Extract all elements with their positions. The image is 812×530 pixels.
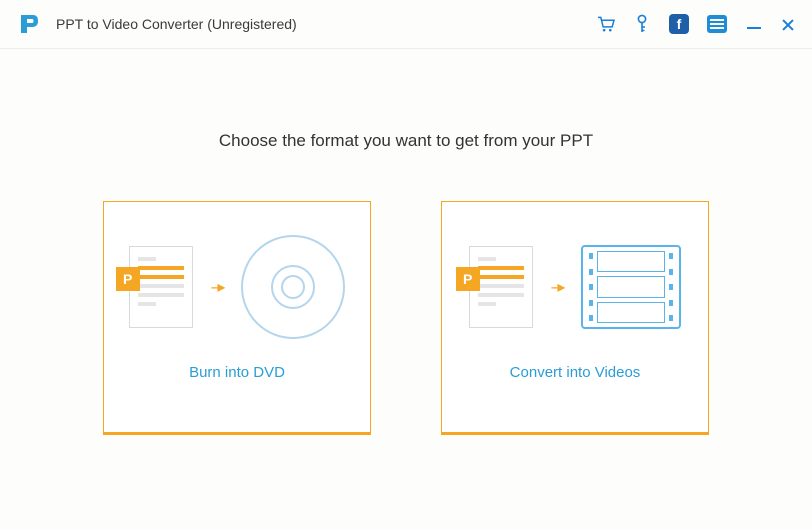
window-title: PPT to Video Converter (Unregistered) (56, 16, 297, 32)
facebook-icon[interactable]: f (669, 14, 689, 34)
ppt-document-icon: P (129, 246, 193, 328)
burn-dvd-option[interactable]: P --▸ Burn into DVD (103, 201, 371, 435)
dvd-disc-icon (241, 235, 345, 339)
arrow-icon: --▸ (551, 277, 564, 297)
arrow-icon: --▸ (211, 277, 224, 297)
dvd-option-label: Burn into DVD (189, 364, 285, 381)
app-logo-icon (18, 13, 40, 35)
ppt-document-icon: P (469, 246, 533, 328)
main-content: Choose the format you want to get from y… (0, 49, 812, 435)
close-button[interactable] (781, 18, 794, 31)
video-art: P --▸ (469, 222, 682, 352)
minimize-button[interactable] (745, 15, 763, 33)
convert-video-option[interactable]: P --▸ Convert into Videos (441, 201, 709, 435)
page-heading: Choose the format you want to get from y… (0, 131, 812, 151)
cart-icon[interactable] (597, 15, 615, 33)
toolbar: f (597, 14, 794, 34)
titlebar: PPT to Video Converter (Unregistered) f (0, 0, 812, 49)
key-icon[interactable] (633, 15, 651, 33)
menu-icon[interactable] (707, 15, 727, 33)
video-option-label: Convert into Videos (510, 364, 641, 381)
format-options: P --▸ Burn into DVD P --▸ (0, 201, 812, 435)
dvd-art: P --▸ (129, 222, 346, 352)
filmstrip-icon (581, 245, 681, 329)
